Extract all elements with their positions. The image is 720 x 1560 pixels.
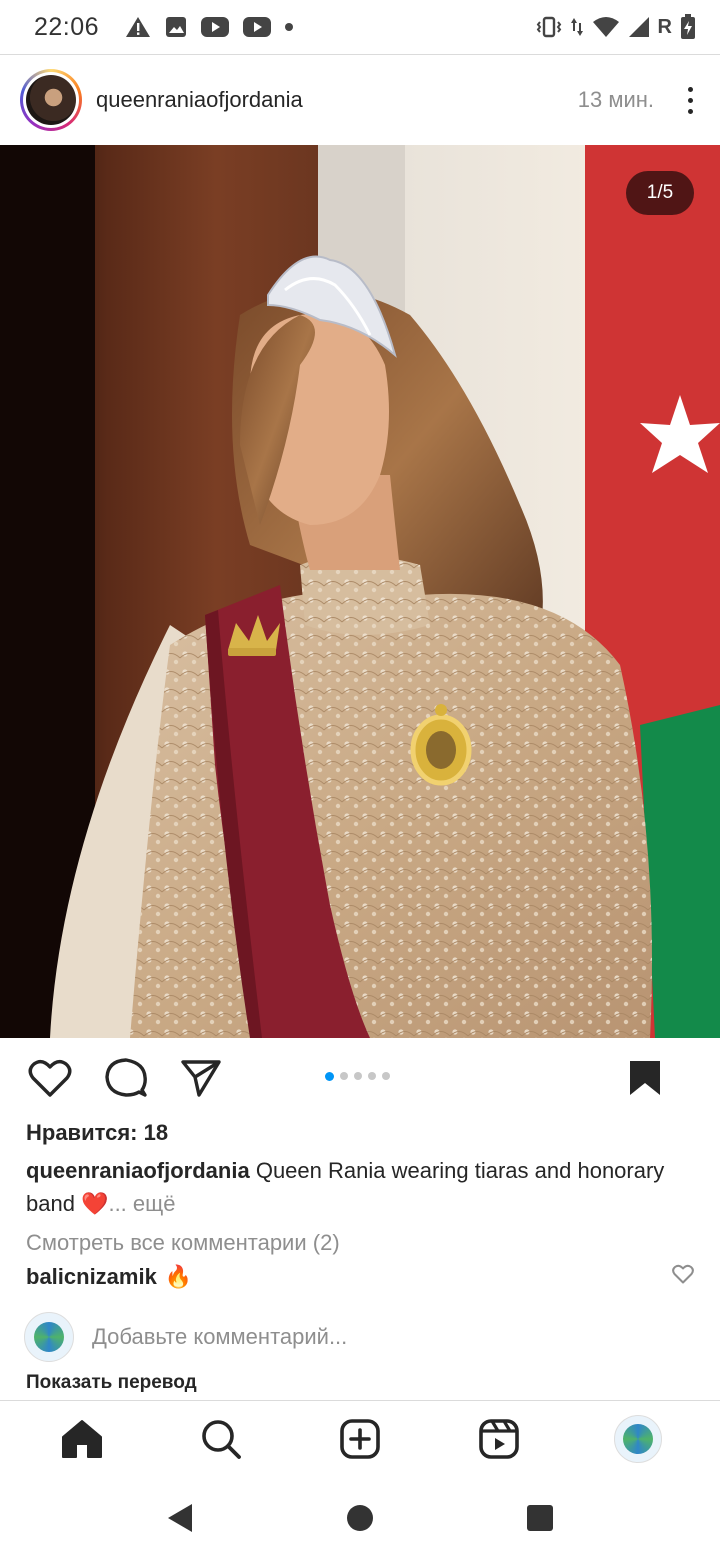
back-icon[interactable] <box>150 1488 210 1548</box>
system-nav <box>0 1476 720 1560</box>
author-username[interactable]: queenraniaofjordania <box>96 87 303 113</box>
share-send-icon[interactable] <box>180 1058 222 1098</box>
carousel-dot-active <box>325 1071 334 1081</box>
data-arrows-icon <box>570 16 584 38</box>
add-comment-row[interactable]: Добавьте комментарий... <box>24 1310 696 1364</box>
youtube-icon <box>243 17 272 37</box>
comment-row: balicnizamik 🔥 <box>26 1264 694 1290</box>
recents-icon[interactable] <box>510 1488 570 1548</box>
search-icon[interactable] <box>186 1404 256 1474</box>
status-bar: 22:06 R <box>0 0 720 54</box>
caption-username[interactable]: queenraniaofjordania <box>26 1158 250 1183</box>
image-icon <box>165 16 187 38</box>
wifi-icon <box>592 16 620 38</box>
youtube-icon <box>201 17 230 37</box>
like-heart-icon[interactable] <box>28 1058 72 1098</box>
page-indicator-badge: 1/5 <box>626 171 694 215</box>
view-all-comments-link[interactable]: Смотреть все комментарии (2) <box>26 1230 340 1256</box>
bookmark-icon[interactable] <box>628 1059 662 1097</box>
comment-like-heart-icon[interactable] <box>672 1264 694 1290</box>
current-user-avatar <box>24 1312 74 1362</box>
system-status-icons: R <box>536 14 696 40</box>
comment-icon[interactable] <box>104 1057 148 1099</box>
signal-icon <box>628 16 650 38</box>
carousel-dot <box>340 1072 348 1080</box>
caption-more-link[interactable]: ... ещё <box>108 1191 175 1216</box>
more-options-icon[interactable] <box>680 86 700 114</box>
status-time: 22:06 <box>34 12 100 41</box>
likes-count[interactable]: Нравится: 18 <box>26 1120 168 1146</box>
roaming-r-icon: R <box>657 15 672 38</box>
status-divider <box>0 54 720 55</box>
comment-username[interactable]: balicnizamik <box>26 1264 157 1290</box>
photo-illustration <box>0 145 720 1038</box>
carousel-dot <box>382 1072 390 1080</box>
post-caption: queenraniaofjordania Queen Rania wearing… <box>26 1154 666 1220</box>
create-icon[interactable] <box>325 1404 395 1474</box>
post-time: 13 мин. <box>577 87 654 112</box>
post-photo[interactable]: 1/5 <box>0 145 720 1038</box>
avatar-image <box>26 75 76 125</box>
add-comment-input[interactable]: Добавьте комментарий... <box>92 1324 347 1350</box>
battery-charging-icon <box>680 14 696 40</box>
home-icon[interactable] <box>47 1404 117 1474</box>
carousel-dot <box>354 1072 362 1080</box>
reels-icon[interactable] <box>464 1404 534 1474</box>
comment-text: 🔥 <box>164 1264 193 1289</box>
carousel-dot <box>368 1072 376 1080</box>
post-actions <box>0 1040 720 1116</box>
post-header: queenraniaofjordania 13 мин. <box>0 56 720 144</box>
notification-icons <box>125 16 294 38</box>
dot-icon <box>285 23 294 31</box>
show-translation-link[interactable]: Показать перевод <box>26 1372 197 1394</box>
profile-avatar[interactable] <box>603 1404 673 1474</box>
author-avatar[interactable] <box>20 69 82 131</box>
warning-icon <box>125 16 151 38</box>
bottom-nav <box>0 1400 720 1476</box>
carousel-dots <box>325 1071 390 1081</box>
vibrate-icon <box>536 16 562 38</box>
home-circle-icon[interactable] <box>330 1488 390 1548</box>
